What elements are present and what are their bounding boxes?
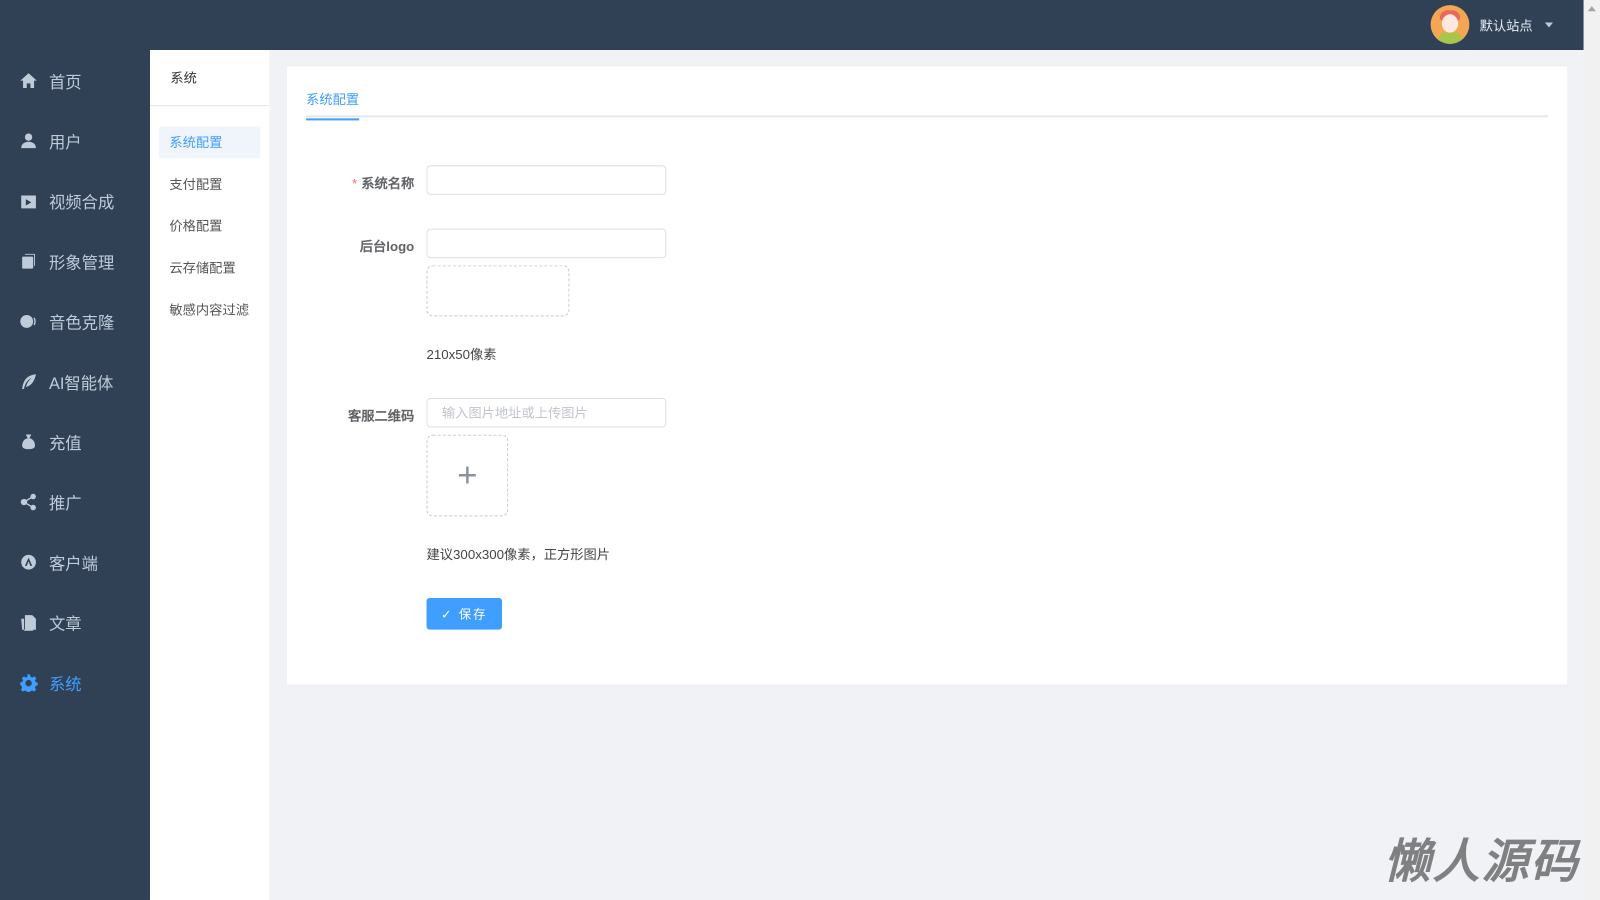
sidebar-item-label: 客户端 xyxy=(48,555,98,573)
submenu: 系统 系统配置 支付配置 价格配置 云存储配置 敏感内容过滤 xyxy=(149,49,270,900)
avatar xyxy=(1430,5,1470,44)
caret-down-icon xyxy=(1544,21,1554,28)
sidebar-item-label: 文章 xyxy=(48,615,82,634)
submenu-title: 系统 xyxy=(149,50,270,107)
site-name: 默认站点 xyxy=(1479,17,1533,34)
sidebar-item-promotion[interactable]: 推广 xyxy=(0,471,150,531)
submenu-item-price-config[interactable]: 价格配置 xyxy=(159,210,260,242)
sidebar-item-label: 推广 xyxy=(48,495,82,513)
sidebar-item-label: 充值 xyxy=(48,435,82,453)
sidebar-item-home[interactable]: 首页 xyxy=(0,50,150,110)
qr-url-input[interactable] xyxy=(426,397,667,428)
system-name-label: * 系统名称 xyxy=(352,172,414,191)
sidebar-item-label: 首页 xyxy=(48,73,82,92)
required-mark: * xyxy=(351,175,358,191)
tab-system-config[interactable]: 系统配置 xyxy=(306,89,360,121)
logo-label: 后台logo xyxy=(359,238,415,255)
sidebar-item-label: 音色克隆 xyxy=(48,314,115,333)
qr-hint: 建议300x300像素，正方形图片 xyxy=(426,546,611,563)
scrollbar[interactable] xyxy=(1583,0,1600,900)
voice-icon xyxy=(20,314,36,328)
moneybag-icon xyxy=(22,433,35,449)
document-icon xyxy=(21,614,36,631)
top-header: 默认站点 xyxy=(0,0,1584,50)
site-switcher[interactable]: 默认站点 xyxy=(1430,5,1554,44)
sidebar-item-label: 视频合成 xyxy=(48,194,115,212)
watermark: 懒人源码 xyxy=(1383,834,1580,888)
logo-hint: 210x50像素 xyxy=(426,346,497,363)
qr-upload[interactable]: + xyxy=(426,434,509,517)
config-card: 系统配置 *系统名称 后台logo 210x50像素 客服二维码 + 建议300… xyxy=(285,65,1569,686)
sidebar-item-system[interactable]: 系统 xyxy=(0,652,150,712)
sidebar-item-client[interactable]: 客户端 xyxy=(0,532,150,592)
sidebar-item-users[interactable]: 用户 xyxy=(0,110,150,170)
qr-label: 客服二维码 xyxy=(347,408,415,424)
sidebar-item-voice-clone[interactable]: 音色克隆 xyxy=(0,291,150,351)
sidebar-item-label: AI智能体 xyxy=(48,374,114,393)
submenu-item-sensitive-filter[interactable]: 敏感内容过滤 xyxy=(159,294,260,326)
system-name-input[interactable] xyxy=(426,165,667,195)
submenu-item-payment-config[interactable]: 支付配置 xyxy=(159,168,260,200)
logo-upload[interactable] xyxy=(426,265,570,317)
user-icon xyxy=(21,132,36,148)
sidebar-item-video[interactable]: 视频合成 xyxy=(0,170,150,230)
scroll-up-icon[interactable] xyxy=(1587,6,1596,12)
logo-url-input[interactable] xyxy=(426,228,667,259)
gear-icon xyxy=(20,673,38,692)
sidebar-item-avatar-manage[interactable]: 形象管理 xyxy=(0,231,150,291)
copy-icon xyxy=(22,253,35,269)
plus-icon: + xyxy=(457,455,478,495)
tabs: 系统配置 xyxy=(306,66,1548,121)
save-button[interactable]: ✓ 保存 xyxy=(426,597,503,630)
sidebar-item-recharge[interactable]: 充值 xyxy=(0,411,150,471)
sidebar-item-label: 形象管理 xyxy=(48,254,115,272)
feather-icon xyxy=(22,373,36,389)
sidebar-item-label: 系统 xyxy=(48,676,82,694)
sidebar-item-label: 用户 xyxy=(48,134,82,152)
app-icon xyxy=(21,554,36,570)
sidebar-item-articles[interactable]: 文章 xyxy=(0,592,150,652)
sidebar-item-ai-agent[interactable]: AI智能体 xyxy=(0,351,150,411)
submenu-item-cloud-storage-config[interactable]: 云存储配置 xyxy=(159,252,260,284)
sidebar: 首页 用户 视频合成 形象管理 音色克隆 AI智能体 充值 推广 客户端 文章 … xyxy=(0,49,150,900)
video-icon xyxy=(21,194,36,208)
label-text: 系统名称 xyxy=(361,175,415,191)
home-icon xyxy=(20,72,37,88)
submenu-item-system-config[interactable]: 系统配置 xyxy=(159,126,261,159)
share-icon xyxy=(20,493,36,510)
